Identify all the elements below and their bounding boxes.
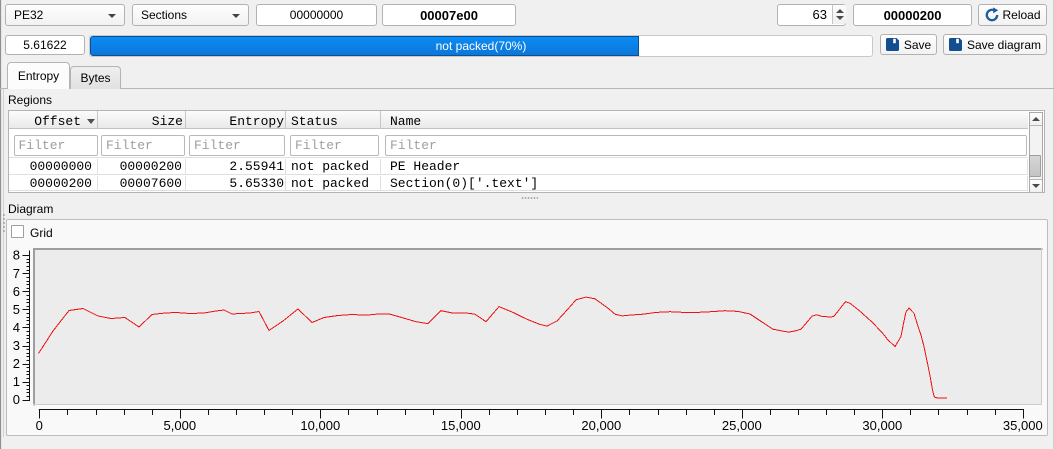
svg-text:0: 0: [13, 392, 20, 407]
svg-text:15,000: 15,000: [441, 418, 481, 433]
svg-text:1: 1: [13, 374, 20, 389]
svg-text:25,000: 25,000: [722, 418, 762, 433]
svg-text:6: 6: [13, 284, 20, 299]
svg-text:0: 0: [36, 418, 43, 433]
svg-text:8: 8: [13, 248, 20, 263]
svg-text:3: 3: [13, 338, 20, 353]
svg-text:10,000: 10,000: [300, 418, 340, 433]
svg-text:30,000: 30,000: [862, 418, 902, 433]
svg-text:5: 5: [13, 302, 20, 317]
svg-text:5,000: 5,000: [164, 418, 197, 433]
svg-text:7: 7: [13, 266, 20, 281]
svg-text:20,000: 20,000: [581, 418, 621, 433]
svg-text:4: 4: [13, 320, 20, 335]
svg-text:35,000: 35,000: [1003, 418, 1043, 433]
svg-text:2: 2: [13, 356, 20, 371]
